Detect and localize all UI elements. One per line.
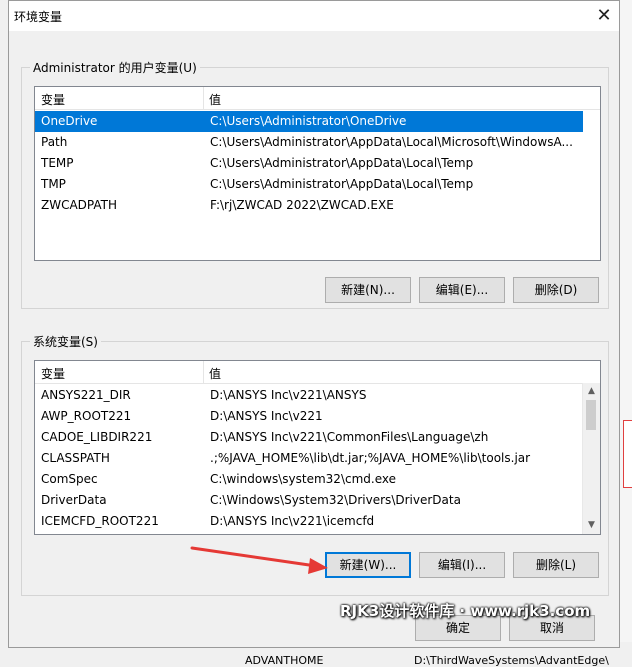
annotation-arrow-icon xyxy=(190,546,328,574)
user-edit-button[interactable]: 编辑(E)... xyxy=(419,277,505,303)
background-highlight-box xyxy=(623,420,632,488)
list-item[interactable]: ComSpec C:\windows\system32\cmd.exe xyxy=(35,469,583,490)
variable-name: AWP_ROOT221 xyxy=(41,409,132,423)
list-item[interactable]: CADOE_LIBDIR221 D:\ANSYS Inc\v221\Common… xyxy=(35,427,583,448)
list-header: 变量 值 xyxy=(35,87,600,110)
background-window xyxy=(620,0,632,666)
variable-name: ComSpec xyxy=(41,472,98,486)
system-delete-button[interactable]: 删除(L) xyxy=(513,552,599,578)
variable-value: C:\windows\system32\cmd.exe xyxy=(210,472,396,486)
column-header-variable[interactable]: 变量 xyxy=(41,91,65,108)
title-bar: 环境变量 ✕ xyxy=(9,1,619,31)
close-icon[interactable]: ✕ xyxy=(591,3,617,29)
list-item[interactable]: AWP_ROOT221 D:\ANSYS Inc\v221 xyxy=(35,406,583,427)
variable-value: D:\ANSYS Inc\v221\CommonFiles\Language\z… xyxy=(210,430,489,444)
list-item[interactable]: ANSYS221_DIR D:\ANSYS Inc\v221\ANSYS xyxy=(35,385,583,406)
variable-name: OneDrive xyxy=(41,114,98,128)
list-item[interactable]: CLASSPATH .;%JAVA_HOME%\lib\dt.jar;%JAVA… xyxy=(35,448,583,469)
variable-value: C:\Users\Administrator\AppData\Local\Tem… xyxy=(210,156,474,170)
variable-value: D:\ANSYS Inc\v221\icemcfd xyxy=(210,514,375,528)
scroll-thumb[interactable] xyxy=(586,400,596,430)
variable-name: CADOE_LIBDIR221 xyxy=(41,430,153,444)
list-item[interactable]: OneDrive C:\Users\Administrator\OneDrive xyxy=(35,111,583,132)
scroll-down-icon[interactable]: ▼ xyxy=(583,517,600,534)
system-variables-label: 系统变量(S) xyxy=(30,333,101,350)
list-item[interactable]: ZWCADPATH F:\rj\ZWCAD 2022\ZWCAD.EXE xyxy=(35,195,583,216)
list-item[interactable]: Path C:\Users\Administrator\AppData\Loca… xyxy=(35,132,583,153)
dialog-title: 环境变量 xyxy=(14,10,63,24)
variable-value: C:\Users\Administrator\AppData\Local\Mic… xyxy=(210,135,573,149)
variable-value: .;%JAVA_HOME%\lib\dt.jar;%JAVA_HOME%\lib… xyxy=(210,451,531,465)
user-new-button[interactable]: 新建(N)... xyxy=(325,277,411,303)
list-item[interactable]: TMP C:\Users\Administrator\AppData\Local… xyxy=(35,174,583,195)
variable-name: TEMP xyxy=(41,156,74,170)
column-divider[interactable] xyxy=(203,87,204,109)
variable-name: TMP xyxy=(41,177,66,191)
variable-name: CLASSPATH xyxy=(41,451,110,465)
user-delete-button[interactable]: 删除(D) xyxy=(513,277,599,303)
user-variables-label: Administrator 的用户变量(U) xyxy=(30,59,200,76)
variable-value: C:\Users\Administrator\OneDrive xyxy=(210,114,407,128)
system-edit-button[interactable]: 编辑(I)... xyxy=(419,552,505,578)
variable-name: ZWCADPATH xyxy=(41,198,118,212)
column-header-value[interactable]: 值 xyxy=(209,365,221,382)
user-variables-list[interactable]: 变量 值 OneDrive C:\Users\Administrator\One… xyxy=(34,86,601,261)
list-item[interactable]: TEMP C:\Users\Administrator\AppData\Loca… xyxy=(35,153,583,174)
variable-name: ANSYS221_DIR xyxy=(41,388,131,402)
background-row-value: D:\ThirdWaveSystems\AdvantEdge\ xyxy=(414,654,609,667)
list-item[interactable]: ICEMCFD_ROOT221 D:\ANSYS Inc\v221\icemcf… xyxy=(35,511,583,532)
list-header: 变量 值 xyxy=(35,361,600,384)
variable-name: Path xyxy=(41,135,68,149)
column-header-variable[interactable]: 变量 xyxy=(41,365,65,382)
variable-value: F:\rj\ZWCAD 2022\ZWCAD.EXE xyxy=(210,198,394,212)
variable-value: D:\ANSYS Inc\v221 xyxy=(210,409,323,423)
background-row-name: ADVANTHOME xyxy=(245,654,324,667)
variable-value: C:\Users\Administrator\AppData\Local\Tem… xyxy=(210,177,474,191)
variable-value: C:\Windows\System32\Drivers\DriverData xyxy=(210,493,461,507)
list-item[interactable]: DriverData C:\Windows\System32\Drivers\D… xyxy=(35,490,583,511)
scroll-up-icon[interactable]: ▲ xyxy=(583,383,600,400)
variable-value: D:\ANSYS Inc\v221\ANSYS xyxy=(210,388,367,402)
column-divider[interactable] xyxy=(203,361,204,383)
vertical-scrollbar[interactable]: ▲ ▼ xyxy=(582,383,600,534)
system-variables-list[interactable]: 变量 值 ANSYS221_DIR D:\ANSYS Inc\v221\ANSY… xyxy=(34,360,601,535)
column-header-value[interactable]: 值 xyxy=(209,91,221,108)
variable-name: ICEMCFD_ROOT221 xyxy=(41,514,159,528)
watermark-text: RJK3设计软件库 · www.rjk3.com xyxy=(340,602,591,620)
variable-name: DriverData xyxy=(41,493,107,507)
